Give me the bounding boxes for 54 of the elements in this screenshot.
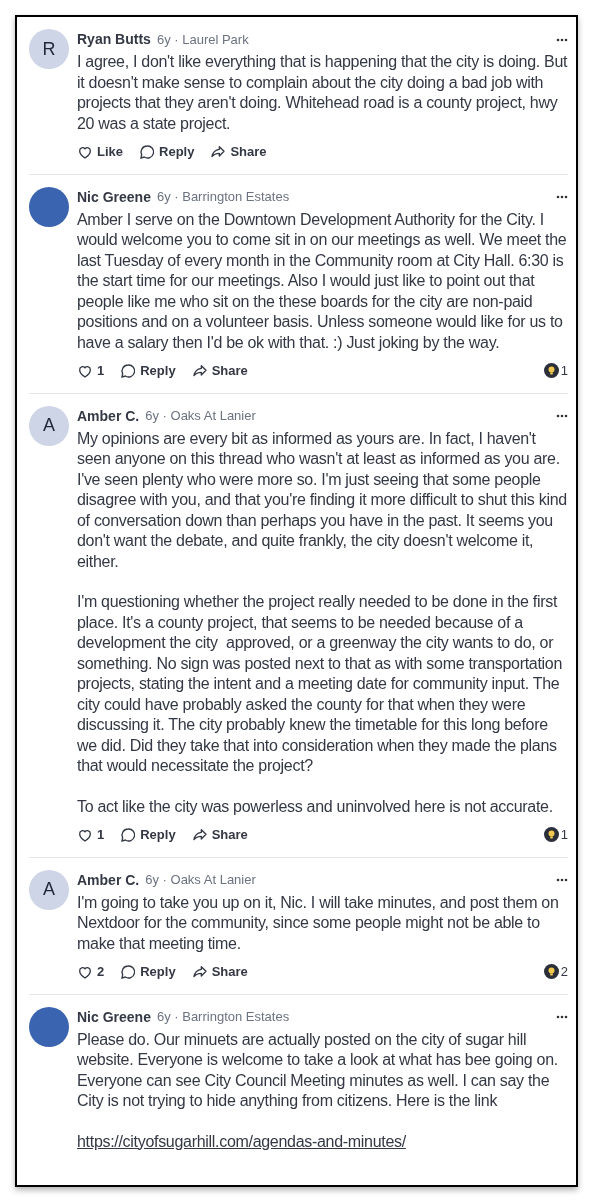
like-button[interactable]: 1 [77,361,105,381]
more-options-icon[interactable] [556,414,568,418]
reply-button[interactable]: Reply [139,142,195,162]
like-button[interactable]: 1 [77,825,105,845]
speech-bubble-icon [120,963,137,980]
like-button[interactable]: Like [77,142,123,162]
speech-bubble-icon [120,826,137,843]
author-name[interactable]: Amber C. [77,405,140,427]
share-arrow-icon [191,963,208,980]
avatar: R [29,29,69,69]
comment-text: I agree, I don't like everything that is happening that the city is doing. But it doesn't make sense to complain about the city doing a bad job with projects that they aren't doing. Whitehead road is a county project, hwy 20 was a state project. [77,52,568,134]
comment-text: Please do. Our minuets are actually posted on the city of sugar hill website. Everyone is welcome to take a look at what has bee going on. Everyone can see City Council Meeting minutes as well. I can say the City is not trying to hide anything from citizens. Here is the link [77,1029,559,1111]
reaction-count: 2 [560,963,568,981]
speech-bubble-icon [139,143,155,160]
post-meta: 6y · Oaks At Lanier [145,407,256,426]
link[interactable]: https://cityofsugarhill.com/agendas-and-minutes/ [77,1131,568,1152]
reaction-count: 1 [560,826,568,844]
share-button[interactable]: Share [191,962,248,982]
more-options-icon[interactable] [556,1015,568,1019]
comment-text: Amber I serve on the Downtown Development Authority for the City. I would welcome you to come sit in on our meetings as well. We meet the last Tuesday of every month in the Community room at City Hall. 6:30 is the start time for our meetings. Also I would just like to point out that people like me who sit on the these boards for the city are non-paid positions and on a volunteer basis. Unless someone would like for us to have a salary then I'd be ok with that. :) Just joking by the way. [77,209,568,353]
comment-text: I'm going to take you up on it, Nic. I will take minutes, and post them on Nextdoor for the community, since some people might not be able to make that meeting time. [77,892,560,954]
more-options-icon[interactable] [556,195,568,199]
lightbulb-reaction-icon [543,827,559,843]
comment-text: My opinions are every bit as informed as yours are. In fact, I haven't seen anyone on this thread who wasn't at least as informed as you are. I've seen plenty who were more so. I'm just seeing that some people disagree with you, and that you're finding it more difficult to shut this kind of conversation down than perhaps you have in the past. It seems you don't want the debate, and quite frankly, the city doesn't welcome it, either. [77,428,568,572]
author-name[interactable]: Amber C. [77,869,140,891]
lightbulb-reaction-icon [543,964,559,980]
share-button[interactable]: Share [191,825,248,845]
post-meta: 6y · Barrington Estates [156,188,290,207]
share-arrow-icon [191,362,208,379]
reply-button[interactable]: Reply [120,825,176,845]
avatar-photo-placeholder [29,186,69,227]
share-button[interactable]: Share [191,361,248,381]
author-name[interactable]: Ryan Butts [77,29,151,50]
comment-text: I'm questioning whether the project really needed to be done in the first place. It's a county project, that seems to be needed because of a development the city approved, or a greenway the city wants to do, or something. No sign was posted next to that as with some transportation projects, stating the intent and a meeting date for community input. The city could have probably asked the county for that when they were discussing it. The city probably knew the timetable for this long before we did. Did they take that into consideration when they made the plans that would necessitate the project? [77,592,564,776]
share-arrow-icon [191,826,208,843]
reply-button[interactable]: Reply [120,361,176,381]
author-name[interactable]: Nic Greene [77,186,151,208]
speech-bubble-icon [120,362,137,379]
share-arrow-icon [210,143,227,160]
avatar: A [29,869,69,910]
post-meta: 6y · Oaks At Lanier [145,871,256,890]
more-options-icon[interactable] [556,37,568,42]
more-options-icon[interactable] [556,878,568,882]
avatar: A [29,405,69,446]
post-meta: 6y · Laurel Park [156,30,249,49]
comment-text: To act like the city was powerless and uninvolved here is not accurate. [77,796,554,817]
avatar-photo-placeholder [29,1006,69,1047]
lightbulb-reaction-icon [543,363,559,379]
share-button[interactable]: Share [210,142,267,162]
post-meta: 6y · Barrington Estates [156,1008,290,1027]
reaction-count: 1 [560,362,568,380]
reply-button[interactable]: Reply [120,962,176,982]
author-name[interactable]: Nic Greene [77,1006,151,1028]
like-button[interactable]: 2 [77,962,105,982]
